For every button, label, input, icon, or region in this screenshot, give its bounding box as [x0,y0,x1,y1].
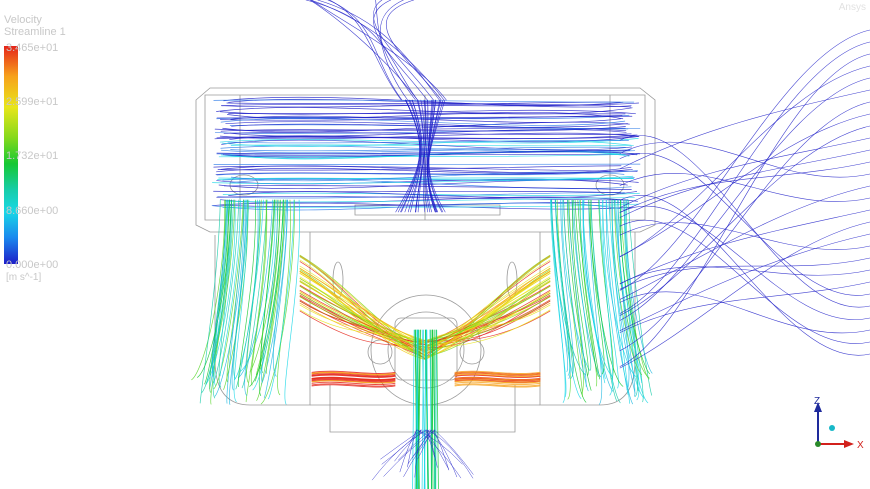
legend-title: Velocity [4,14,42,26]
streamline [551,199,569,372]
streamline [619,205,870,320]
viewport-3d[interactable]: Velocity Streamline 1 3.465e+01 2.599e+0… [0,0,870,489]
streamline [299,300,427,360]
legend-tick-2: 2.599e+01 [6,96,59,108]
streamline [305,0,418,101]
legend-tick-min: 0.000e+00 [6,259,59,271]
streamline [309,0,418,101]
streamline [327,0,403,101]
streamline [590,199,621,404]
streamline [619,29,870,291]
streamline [619,281,870,333]
streamline [619,77,870,321]
streamline [425,256,551,343]
streamline [619,89,870,170]
streamline [619,222,870,250]
streamline [619,53,870,367]
y-axis-dot [829,425,835,431]
streamline [619,135,870,308]
streamline [619,125,870,316]
streamline [619,221,870,369]
streamline [619,65,870,258]
streamline [619,185,870,300]
legend-tick-max: 3.465e+01 [6,42,59,54]
streamline [299,261,427,343]
streamlines [191,0,870,489]
streamline [619,209,870,285]
x-axis-label: X [857,440,864,451]
streamline [373,0,434,101]
legend-tick-3: 1.732e+01 [6,150,59,162]
streamline [373,0,428,101]
streamline [299,268,427,352]
x-axis-arrow [844,440,854,448]
legend-subtitle: Streamline 1 [4,26,66,38]
streamline [412,329,415,489]
legend-tick-4: 8.660e+00 [6,205,59,217]
axis-triad[interactable]: Z X [806,392,866,456]
streamline [233,199,250,379]
streamline [311,0,447,101]
ansys-logo: Ansys [838,2,866,13]
streamline [619,41,870,314]
streamline [223,185,632,190]
z-axis-label: Z [814,396,820,407]
streamline-scene[interactable] [0,0,870,489]
streamline [329,0,402,101]
origin-dot [815,441,821,447]
legend-unit: [m s^-1] [6,272,42,283]
